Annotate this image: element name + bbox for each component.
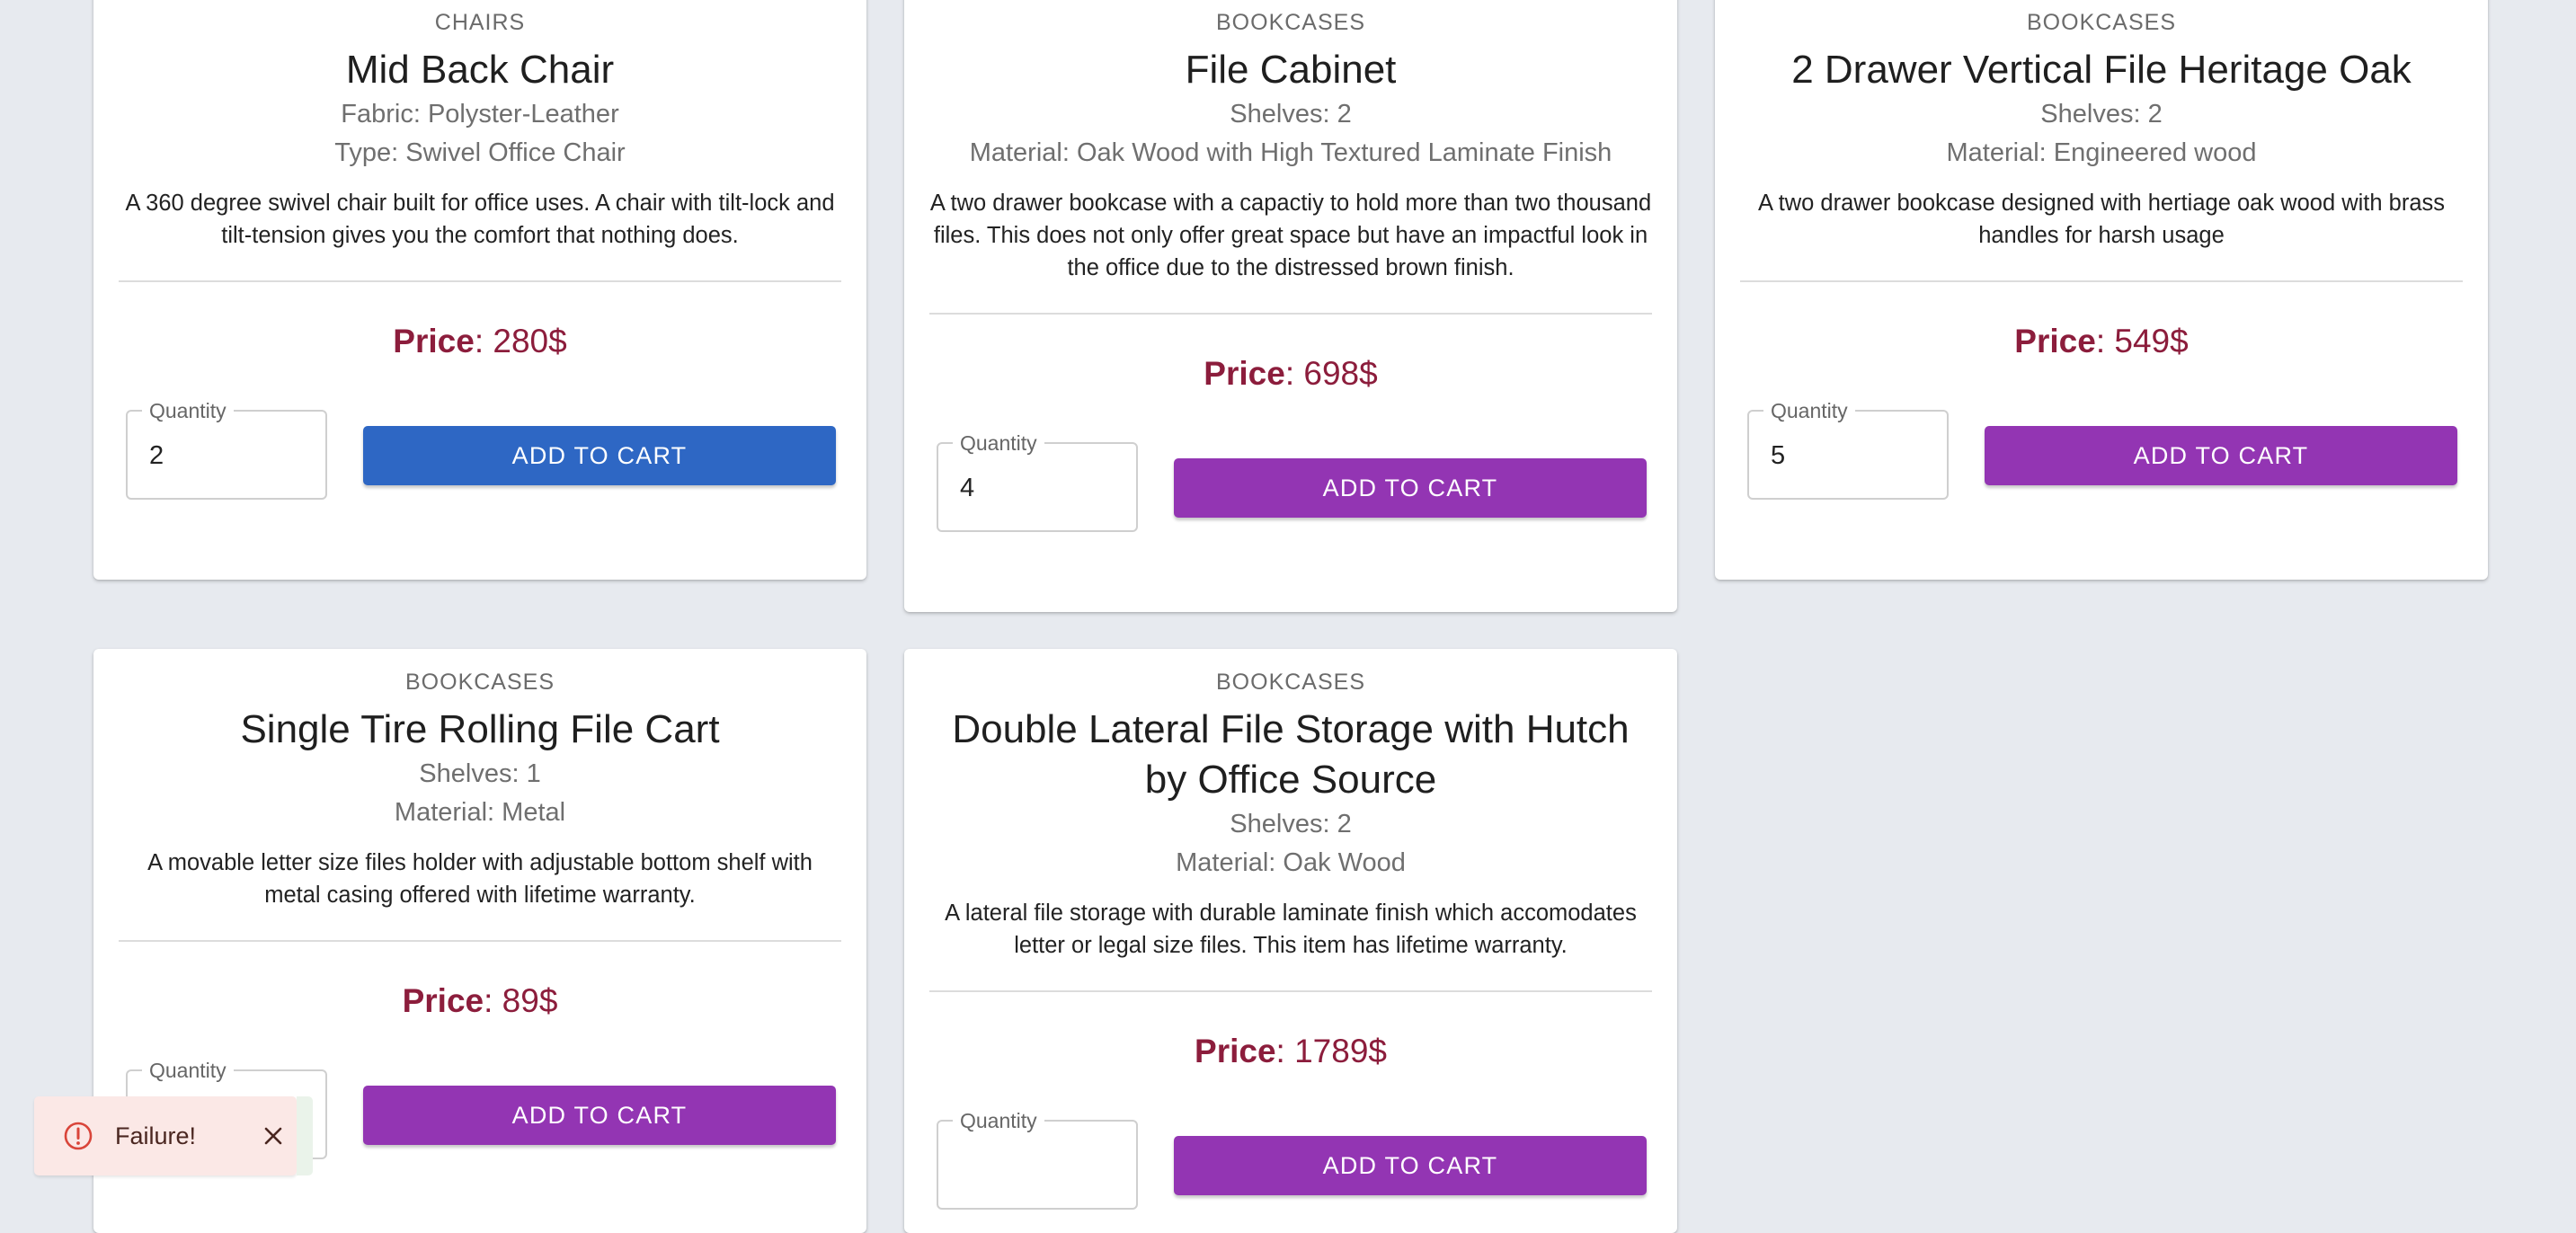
product-category: BOOKCASES: [1216, 10, 1365, 35]
price-value: : 698$: [1284, 355, 1378, 392]
cart-controls: Quantity 5 ADD TO CART: [1740, 400, 2463, 501]
price-label: Price: [2014, 323, 2096, 359]
add-to-cart-button[interactable]: ADD TO CART: [363, 1086, 836, 1145]
cart-controls: Quantity 4 ADD TO CART: [929, 432, 1652, 534]
divider: [119, 280, 841, 282]
divider: [929, 990, 1652, 992]
product-description: A lateral file storage with durable lami…: [945, 900, 1637, 958]
failure-toast: Failure!: [34, 1096, 313, 1175]
price-value: : 280$: [474, 323, 567, 359]
product-spec: Material: Oak Wood: [1176, 848, 1406, 877]
price-value: : 89$: [484, 982, 558, 1019]
product-spec: Material: Engineered wood: [1946, 138, 2257, 167]
product-spec: Material: Metal: [394, 798, 566, 827]
product-spec: Material: Oak Wood with High Textured La…: [969, 138, 1612, 167]
product-spec: Type: Swivel Office Chair: [334, 138, 626, 167]
product-price: Price: 89$: [119, 981, 841, 1021]
add-to-cart-button[interactable]: ADD TO CART: [1174, 1136, 1647, 1195]
price-label: Price: [1195, 1033, 1276, 1069]
product-category: CHAIRS: [434, 10, 526, 35]
quantity-label: Quantity: [953, 1110, 1044, 1131]
product-spec: Shelves: 1: [419, 759, 541, 788]
add-to-cart-button[interactable]: ADD TO CART: [1985, 426, 2457, 485]
quantity-input[interactable]: Quantity: [937, 1110, 1138, 1210]
divider: [929, 313, 1652, 315]
product-description: A 360 degree swivel chair built for offi…: [125, 191, 835, 248]
product-description: A two drawer bookcase with a capactiy to…: [929, 191, 1652, 280]
quantity-label: Quantity: [953, 432, 1044, 454]
price-value: : 549$: [2095, 323, 2189, 359]
quantity-value: 4: [960, 474, 975, 502]
divider: [1740, 280, 2463, 282]
quantity-value: 5: [1771, 441, 1786, 470]
price-label: Price: [402, 982, 484, 1019]
price-label: Price: [393, 323, 475, 359]
product-description: A movable letter size files holder with …: [147, 850, 813, 908]
product-title: Mid Back Chair: [345, 48, 615, 92]
divider: [119, 940, 841, 942]
product-title: File Cabinet: [1185, 48, 1397, 92]
product-card: BOOKCASES 2 Drawer Vertical File Heritag…: [1715, 0, 2488, 580]
product-price: Price: 1789$: [929, 1032, 1652, 1071]
cart-controls: Quantity ADD TO CART: [929, 1110, 1652, 1211]
quantity-label: Quantity: [142, 1060, 234, 1081]
price-value: : 1789$: [1275, 1033, 1387, 1069]
add-to-cart-button[interactable]: ADD TO CART: [363, 426, 836, 485]
quantity-input[interactable]: Quantity 2: [126, 400, 327, 500]
error-circle-icon: [64, 1122, 93, 1150]
close-icon[interactable]: [261, 1123, 286, 1149]
quantity-input[interactable]: Quantity 4: [937, 432, 1138, 532]
toast-edge: [297, 1096, 313, 1175]
product-title: Double Lateral File Storage with Hutch b…: [952, 707, 1630, 802]
product-category: BOOKCASES: [1216, 670, 1365, 695]
quantity-label: Quantity: [142, 400, 234, 421]
cart-controls: Quantity 2 ADD TO CART: [119, 400, 841, 501]
toast-message: Failure!: [115, 1122, 197, 1149]
product-spec: Shelves: 2: [2040, 100, 2163, 129]
add-to-cart-button[interactable]: ADD TO CART: [1174, 458, 1647, 518]
product-spec: Fabric: Polyster-Leather: [341, 100, 619, 129]
quantity-value: 2: [149, 441, 164, 470]
product-spec: Shelves: 2: [1230, 100, 1352, 129]
product-title: Single Tire Rolling File Cart: [240, 707, 720, 751]
product-card: CHAIRS Mid Back Chair Fabric: Polyster-L…: [93, 0, 866, 580]
product-card: BOOKCASES File Cabinet Shelves: 2 Materi…: [904, 0, 1677, 612]
product-description: A two drawer bookcase designed with hert…: [1757, 191, 2446, 248]
product-category: BOOKCASES: [2027, 10, 2176, 35]
product-price: Price: 280$: [119, 322, 841, 361]
product-price: Price: 698$: [929, 354, 1652, 394]
product-category: BOOKCASES: [405, 670, 555, 695]
quantity-input[interactable]: Quantity 5: [1747, 400, 1949, 500]
product-title: 2 Drawer Vertical File Heritage Oak: [1791, 48, 2412, 92]
product-price: Price: 549$: [1740, 322, 2463, 361]
product-spec: Shelves: 2: [1230, 810, 1352, 838]
price-label: Price: [1204, 355, 1285, 392]
quantity-label: Quantity: [1763, 400, 1855, 421]
product-card: BOOKCASES Double Lateral File Storage wi…: [904, 649, 1677, 1233]
